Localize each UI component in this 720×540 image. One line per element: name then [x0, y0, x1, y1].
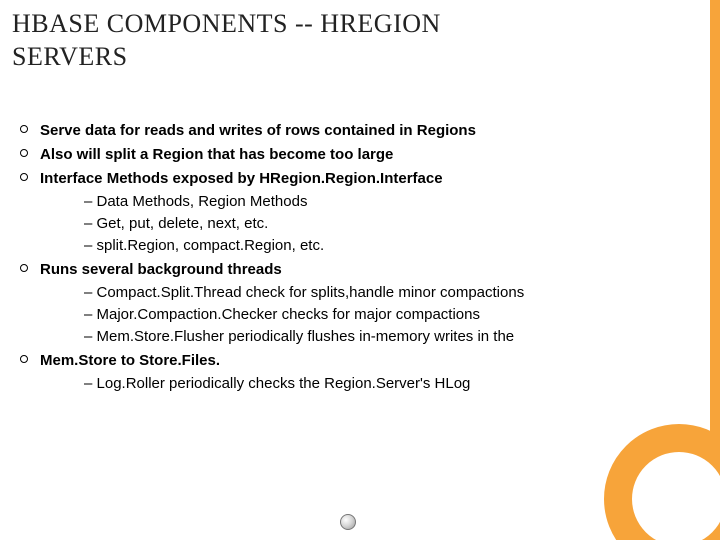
sub-text: – Mem.Store.Flusher periodically flushes…	[84, 328, 514, 345]
sub-text: – Data Methods, Region Methods	[84, 193, 307, 210]
slide: HBASE COMPONENTS -- HREGION SERVERS Serv…	[0, 0, 720, 540]
sub-item: – Log.Roller periodically checks the Reg…	[84, 373, 680, 395]
sub-item: – Get, put, delete, next, etc.	[84, 213, 680, 235]
bullet-text: Interface Methods exposed by HRegion.Reg…	[40, 170, 443, 187]
bullet-text: Also will split a Region that has become…	[40, 146, 393, 163]
bullet-text: Mem.Store to Store.Files.	[40, 352, 220, 369]
slide-body: Serve data for reads and writes of rows …	[18, 120, 680, 397]
sub-text: – Get, put, delete, next, etc.	[84, 215, 268, 232]
bullet-item: Serve data for reads and writes of rows …	[18, 120, 680, 142]
bullet-item: Mem.Store to Store.Files. – Log.Roller p…	[18, 350, 680, 396]
sub-list: – Log.Roller periodically checks the Reg…	[40, 373, 680, 395]
sub-item: – split.Region, compact.Region, etc.	[84, 235, 680, 257]
sub-text: – Compact.Split.Thread check for splits,…	[84, 284, 524, 301]
bullet-text: Runs several background threads	[40, 261, 282, 278]
sub-item: – Data Methods, Region Methods	[84, 191, 680, 213]
sub-list: – Compact.Split.Thread check for splits,…	[40, 282, 680, 347]
bullet-item: Also will split a Region that has become…	[18, 144, 680, 166]
sub-list: – Data Methods, Region Methods – Get, pu…	[40, 191, 680, 256]
title-line-1: HBASE COMPONENTS -- HREGION	[12, 9, 441, 38]
bullet-list: Serve data for reads and writes of rows …	[18, 120, 680, 395]
sub-item: – Mem.Store.Flusher periodically flushes…	[84, 326, 680, 348]
bullet-item: Interface Methods exposed by HRegion.Reg…	[18, 168, 680, 257]
page-marker-icon	[340, 514, 356, 530]
sub-text: – split.Region, compact.Region, etc.	[84, 237, 324, 254]
accent-ring	[604, 424, 720, 540]
title-line-2: SERVERS	[12, 42, 128, 71]
slide-title: HBASE COMPONENTS -- HREGION SERVERS	[12, 8, 660, 73]
sub-text: – Major.Compaction.Checker checks for ma…	[84, 306, 480, 323]
sub-text: – Log.Roller periodically checks the Reg…	[84, 375, 470, 392]
bullet-text: Serve data for reads and writes of rows …	[40, 122, 476, 139]
sub-item: – Major.Compaction.Checker checks for ma…	[84, 304, 680, 326]
bullet-item: Runs several background threads – Compac…	[18, 259, 680, 348]
sub-item: – Compact.Split.Thread check for splits,…	[84, 282, 680, 304]
